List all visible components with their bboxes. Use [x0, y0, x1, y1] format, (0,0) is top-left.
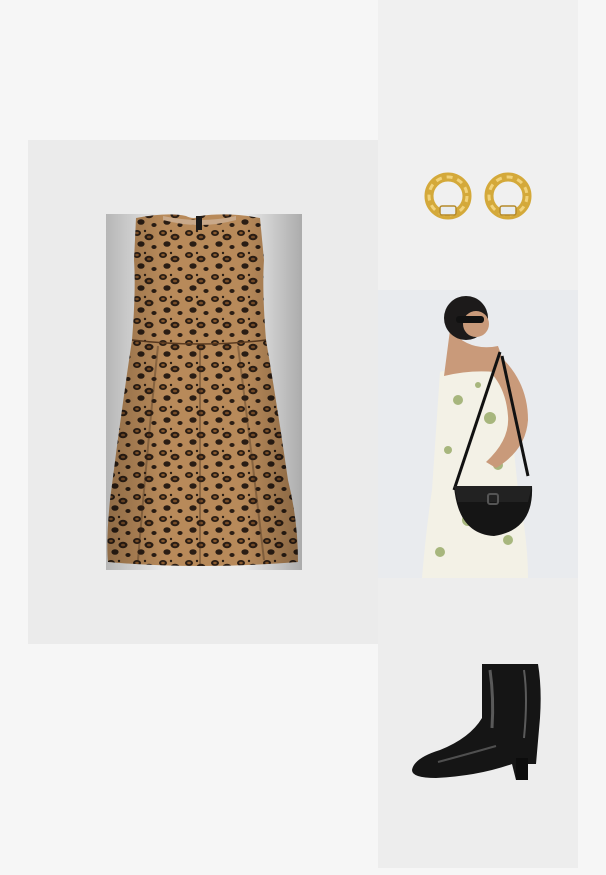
dress-product-tile[interactable] — [28, 140, 378, 644]
gold-hoop-earrings-icon — [424, 172, 532, 220]
right-margin — [578, 0, 606, 875]
boot-product-tile[interactable] — [378, 578, 578, 868]
bag-product-tile[interactable] — [378, 290, 578, 578]
blank-panel — [0, 0, 378, 140]
black-patent-ankle-boot-icon — [412, 664, 541, 780]
leopard-dress-icon — [106, 214, 302, 570]
earrings-product-tile[interactable] — [378, 0, 578, 290]
black-crossbody-bag-icon — [378, 290, 578, 578]
